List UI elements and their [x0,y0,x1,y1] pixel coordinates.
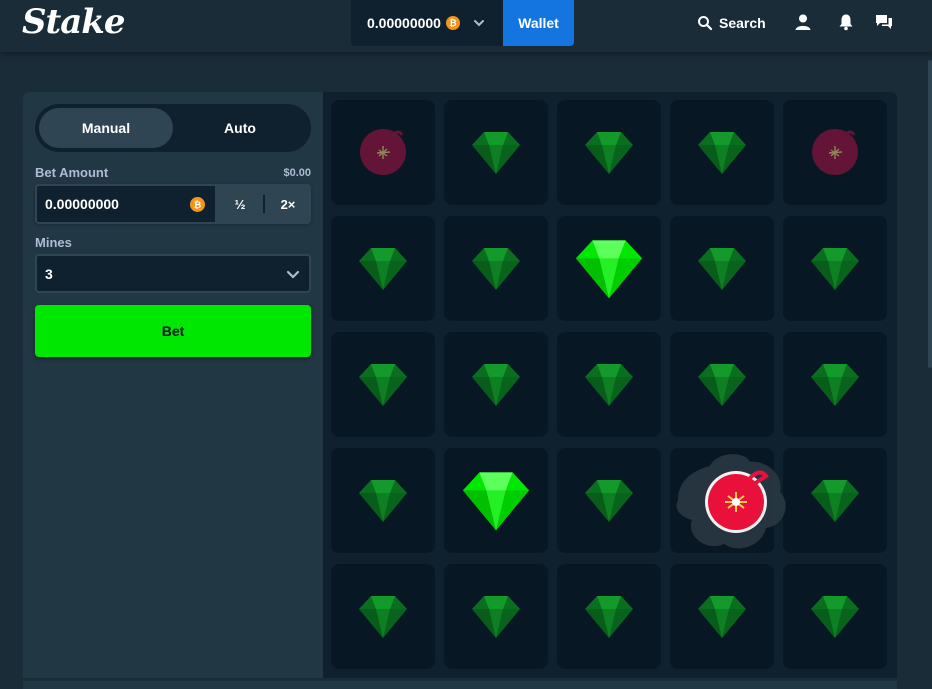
mine-tile[interactable] [331,448,435,553]
mine-tile[interactable] [670,564,774,669]
mine-tile[interactable] [670,100,774,205]
chevron-down-icon [286,270,300,279]
gem-icon [585,132,633,174]
mine-tile[interactable] [557,216,661,321]
gem-icon [585,480,633,522]
mine-tile[interactable] [331,100,435,205]
mine-tile[interactable] [331,216,435,321]
mines-label: Mines [35,235,72,250]
user-icon[interactable] [794,13,812,31]
gem-icon [698,132,746,174]
gem-icon [585,364,633,406]
mine-tile[interactable] [557,448,661,553]
tab-manual[interactable]: Manual [39,108,173,148]
double-bet-button[interactable]: 2× [265,184,311,224]
mine-tile[interactable] [783,332,887,437]
bet-amount-label: Bet Amount [35,165,109,180]
mine-tile[interactable] [557,332,661,437]
balance-value: 0.00000000 [367,15,441,31]
bitcoin-icon: ₿ [445,16,460,30]
bomb-icon [360,129,406,175]
bomb-icon [812,129,858,175]
gem-icon [698,596,746,638]
mine-tile[interactable] [670,332,774,437]
gem-icon [472,132,520,174]
mine-tile[interactable] [444,100,548,205]
gem-icon [811,248,859,290]
gem-icon [472,364,520,406]
top-bar: Stake 0.00000000 ₿ Wallet Search [0,0,932,52]
mine-tile[interactable] [444,216,548,321]
gem-icon [462,472,530,531]
mine-tile[interactable] [783,448,887,553]
search-button[interactable]: Search [697,13,766,33]
page-scrollbar[interactable] [928,60,932,368]
gem-icon [472,596,520,638]
bet-amount-value: 0.00000000 [45,196,119,212]
bomb-icon [676,454,786,549]
gem-icon [575,240,643,299]
mines-grid [323,92,897,678]
mine-tile[interactable] [444,448,548,553]
search-icon [698,16,713,31]
bet-amount-row: 0.00000000 ₿ ½ 2× [35,184,311,224]
stake-logo[interactable]: Stake [22,2,125,42]
gem-icon [472,248,520,290]
mine-tile[interactable] [444,332,548,437]
mine-tile[interactable] [783,216,887,321]
gem-icon [811,480,859,522]
gem-icon [698,364,746,406]
gem-icon [585,596,633,638]
bottom-toolbar [23,678,897,689]
mode-toggle: Manual Auto [35,104,311,152]
mine-tile[interactable] [444,564,548,669]
mines-select[interactable]: 3 [35,254,311,293]
mine-tile[interactable] [783,100,887,205]
balance-dropdown[interactable]: 0.00000000 ₿ [351,0,503,46]
gem-icon [811,596,859,638]
bitcoin-icon: ₿ [190,197,205,212]
half-bet-button[interactable]: ½ [217,184,263,224]
mine-tile[interactable] [670,448,786,553]
mine-tile[interactable] [783,564,887,669]
search-label: Search [719,15,766,31]
wallet-button[interactable]: Wallet [503,0,574,46]
game-frame: Manual Auto Bet Amount $0.00 0.00000000 … [23,92,897,689]
gem-icon [359,480,407,522]
gem-icon [359,596,407,638]
mine-tile[interactable] [557,564,661,669]
mine-tile[interactable] [670,216,774,321]
mine-tile[interactable] [331,332,435,437]
chat-icon[interactable] [875,13,893,31]
mines-value: 3 [45,265,53,282]
chevron-down-icon [473,20,484,27]
bell-icon[interactable] [837,13,855,31]
bet-amount-input[interactable]: 0.00000000 ₿ [35,184,217,224]
mine-tile[interactable] [331,564,435,669]
bet-button[interactable]: Bet [35,305,311,357]
gem-icon [698,248,746,290]
tab-auto[interactable]: Auto [173,108,307,148]
gem-icon [359,364,407,406]
gem-icon [811,364,859,406]
gem-icon [359,248,407,290]
bet-sidebar: Manual Auto Bet Amount $0.00 0.00000000 … [23,92,323,678]
bet-amount-usd: $0.00 [283,167,311,179]
mine-tile[interactable] [557,100,661,205]
